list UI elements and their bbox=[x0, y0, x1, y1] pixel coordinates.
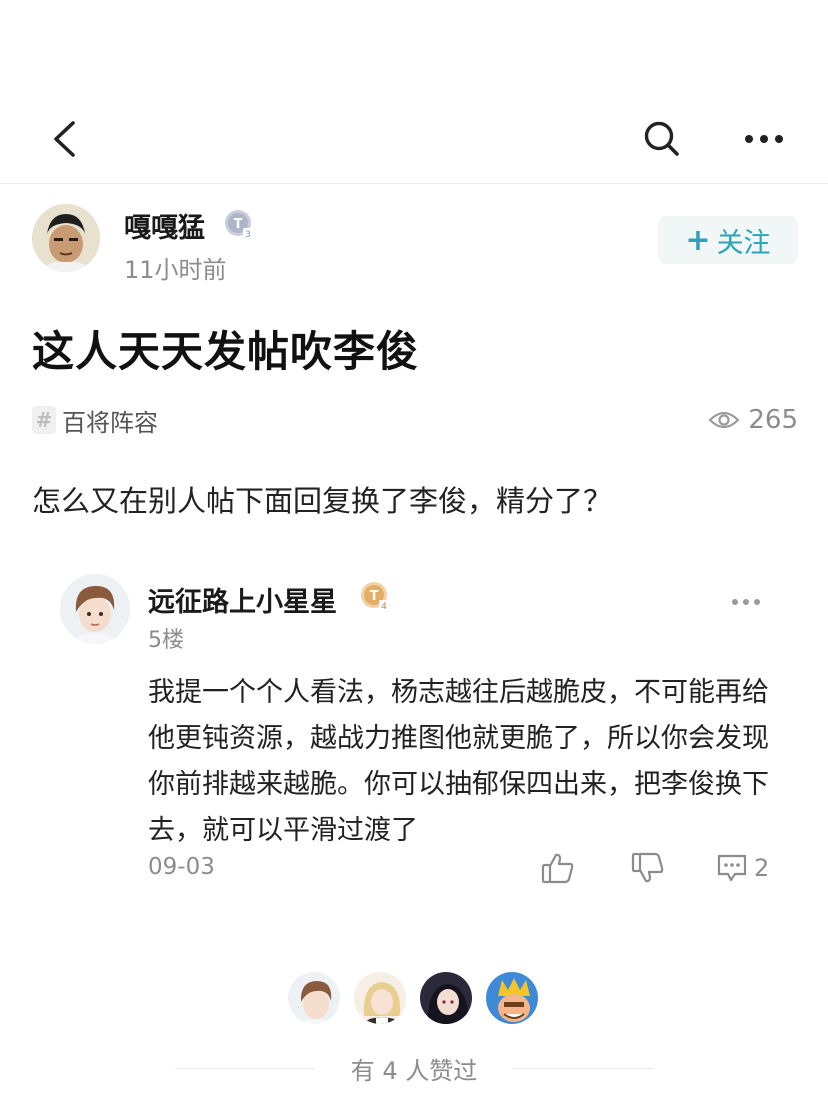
dislike-button[interactable] bbox=[628, 848, 668, 888]
liker-avatar bbox=[352, 970, 408, 1026]
view-count: 265 bbox=[708, 404, 798, 436]
author-name[interactable]: 嘎嘎猛 bbox=[124, 206, 205, 245]
back-button[interactable] bbox=[40, 112, 88, 166]
thumbs-up-icon bbox=[541, 853, 574, 884]
post-title: 这人天天发帖吹李俊 bbox=[32, 327, 420, 376]
more-horizontal-icon bbox=[745, 135, 783, 143]
reply-button[interactable]: 2 bbox=[716, 848, 769, 888]
topic-tag-label: 百将阵容 bbox=[62, 408, 158, 437]
liker-avatar bbox=[286, 970, 342, 1026]
follow-button[interactable]: + 关注 bbox=[658, 216, 798, 264]
svg-text:T: T bbox=[370, 589, 379, 604]
comment-icon bbox=[717, 854, 747, 882]
svg-text:3: 3 bbox=[245, 230, 251, 239]
comment-floor: 5楼 bbox=[148, 628, 184, 653]
divider bbox=[513, 1067, 654, 1069]
search-icon bbox=[644, 121, 679, 156]
quoted-comment: 远征路上小星星 T 4 5楼 我提一个个人看法，杨志越往后越脆皮，不可能再给他更… bbox=[60, 574, 800, 894]
post-author: 嘎嘎猛 T 3 11小时前 + 关注 bbox=[32, 204, 798, 284]
liker-avatar bbox=[484, 970, 540, 1026]
search-button[interactable] bbox=[636, 112, 688, 166]
post-body: 怎么又在别人帖下面回复换了李俊，精分了？ bbox=[32, 484, 613, 518]
level-badge-icon: T 4 bbox=[361, 582, 389, 611]
more-horizontal-icon bbox=[732, 599, 760, 605]
comment-text: 我提一个个人看法，杨志越往后越脆皮，不可能再给他更钝资源，越战力推图他就更脆了，… bbox=[148, 677, 769, 846]
likes-summary-text[interactable]: 有 4 人赞过 bbox=[351, 1051, 478, 1086]
likes-summary: 有 4 人赞过 bbox=[0, 1050, 828, 1086]
top-nav-bar bbox=[0, 0, 828, 184]
commenter-avatar[interactable] bbox=[60, 574, 130, 644]
like-button[interactable] bbox=[538, 848, 578, 888]
liker-avatar bbox=[418, 970, 474, 1026]
post-meta-row: # 百将阵容 265 bbox=[32, 400, 798, 440]
author-avatar[interactable] bbox=[32, 204, 100, 272]
chevron-left-icon bbox=[54, 121, 75, 157]
svg-text:4: 4 bbox=[381, 602, 387, 611]
thumbs-down-icon bbox=[631, 852, 664, 883]
divider bbox=[174, 1067, 315, 1069]
liker-avatars[interactable] bbox=[286, 970, 542, 1028]
view-count-value: 265 bbox=[748, 405, 798, 435]
post-time: 11小时前 bbox=[124, 256, 227, 284]
svg-text:T: T bbox=[234, 217, 243, 232]
eye-icon bbox=[708, 411, 740, 429]
level-badge-icon: T 3 bbox=[225, 210, 253, 239]
plus-icon: + bbox=[685, 222, 711, 258]
more-options-button[interactable] bbox=[738, 112, 790, 166]
hashtag-icon: # bbox=[32, 406, 56, 434]
commenter-name[interactable]: 远征路上小星星 bbox=[148, 580, 337, 619]
reply-count: 2 bbox=[754, 854, 770, 882]
comment-more-button[interactable] bbox=[726, 590, 766, 614]
follow-label: 关注 bbox=[716, 227, 771, 259]
comment-date: 09-03 bbox=[148, 854, 215, 880]
topic-tag[interactable]: # 百将阵容 bbox=[32, 404, 158, 437]
